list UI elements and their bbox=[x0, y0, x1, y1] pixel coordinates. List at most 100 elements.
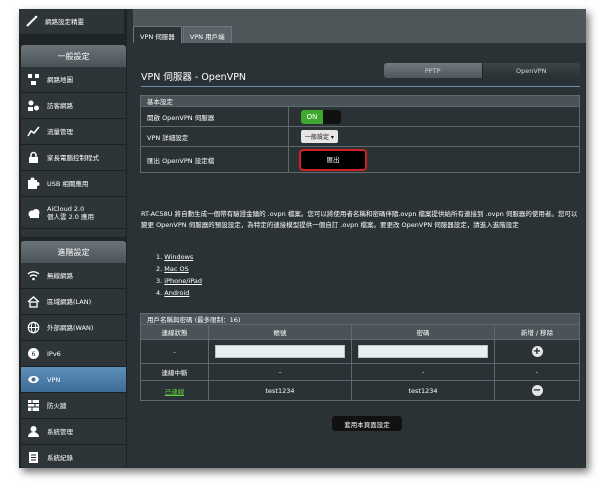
sidebar-item-usb-application[interactable]: USB 相關應用 bbox=[21, 171, 126, 197]
sidebar-item-administration[interactable]: 系統管理 bbox=[21, 419, 126, 445]
sidebar-item-label: VPN bbox=[47, 375, 61, 384]
sidebar: 網路設定精靈 一般設定 網路地圖 訪客網路 流量管理 家長電腦控制程式 USB … bbox=[19, 9, 127, 468]
vpn-detail-select[interactable]: 一般設定 ▾ bbox=[301, 130, 338, 143]
platform-item[interactable]: 1. Windows bbox=[156, 251, 202, 263]
sidebar-item-network-map[interactable]: 網路地圖 bbox=[21, 67, 126, 93]
sidebar-item-label: 網路地圖 bbox=[47, 75, 73, 84]
table-row: 連線中斷 - - - bbox=[140, 363, 580, 381]
vpn-panel: VPN 伺服器 - OpenVPN PPTP OpenVPN 基本設定 開啟 O… bbox=[133, 43, 586, 468]
lock-icon bbox=[26, 150, 41, 165]
export-config-label: 匯出 OpenVPN 設定檔 bbox=[140, 146, 289, 173]
globe-icon bbox=[26, 320, 41, 335]
sidebar-item-label: 區域網路(LAN) bbox=[47, 297, 92, 306]
sidebar-item-lan[interactable]: 區域網路(LAN) bbox=[21, 289, 126, 315]
account-cell: test1234 bbox=[208, 380, 352, 401]
firewall-icon bbox=[26, 398, 41, 413]
sidebar-item-label: IPv6 bbox=[47, 349, 61, 358]
account-cell: - bbox=[208, 363, 352, 381]
platform-item[interactable]: 4. Android bbox=[156, 287, 202, 299]
group-header: 一般設定 bbox=[21, 45, 126, 67]
action-cell: - bbox=[494, 363, 580, 381]
description-text: RT-AC58U 將自動生成一個帶有驗證金鑰的 .ovpn 檔案。您可以將使用者… bbox=[141, 210, 578, 229]
puzzle-icon bbox=[26, 176, 41, 191]
platform-item[interactable]: 2. Mac OS bbox=[156, 263, 202, 275]
log-icon bbox=[26, 450, 41, 465]
apply-button[interactable]: 套用本頁面設定 bbox=[332, 416, 402, 431]
tab-vpn-server[interactable]: VPN 伺服器 bbox=[133, 26, 182, 44]
sidebar-item-traffic-manager[interactable]: 流量管理 bbox=[21, 119, 126, 145]
sidebar-item-label: 訪客網路 bbox=[47, 101, 73, 110]
page-title: VPN 伺服器 - OpenVPN bbox=[141, 72, 247, 83]
new-password-input[interactable] bbox=[358, 345, 488, 358]
tab-vpn-client[interactable]: VPN 用戶端 bbox=[182, 26, 232, 44]
sidebar-item-wireless[interactable]: 無線網路 bbox=[21, 263, 126, 289]
sidebar-item-setup-wizard[interactable]: 網路設定精靈 bbox=[19, 9, 124, 35]
sidebar-item-vpn[interactable]: VPN bbox=[21, 367, 126, 393]
sidebar-item-parental-controls[interactable]: 家長電腦控制程式 bbox=[21, 145, 126, 171]
sidebar-item-label: 網路設定精靈 bbox=[45, 17, 84, 26]
aicloud-label-line2: 個人雲 2.0 應用 bbox=[47, 212, 94, 221]
sidebar-item-system-log[interactable]: 系統紀錄 bbox=[21, 445, 126, 468]
sidebar-item-ipv6[interactable]: 6 IPv6 bbox=[21, 341, 126, 367]
platform-list: 1. Windows 2. Mac OS 3. iPhone/iPad 4. A… bbox=[156, 251, 202, 299]
export-button[interactable]: 匯出 bbox=[299, 148, 367, 171]
table-row: - + bbox=[140, 339, 580, 364]
password-cell: test1234 bbox=[351, 380, 495, 401]
sidebar-item-label: 系統管理 bbox=[47, 427, 73, 436]
svg-text:6: 6 bbox=[32, 351, 36, 358]
basic-settings-table: 基本設定 開啟 OpenVPN 伺服器 ON VPN 詳細設定 一般設定 ▾ 匯… bbox=[140, 95, 580, 173]
ipv6-icon: 6 bbox=[26, 346, 41, 361]
group-header: 進階設定 bbox=[21, 241, 126, 263]
new-account-input[interactable] bbox=[215, 345, 345, 358]
connected-status-link[interactable]: 已連線 bbox=[165, 388, 185, 396]
sidebar-item-guest-network[interactable]: 訪客網路 bbox=[21, 93, 126, 119]
platform-link[interactable]: Android bbox=[164, 289, 189, 297]
users-table: 用戶名稱與密碼 (最多限制：16) 連線狀態 帳號 密碼 新增 / 移除 - +… bbox=[140, 313, 580, 401]
sidebar-item-firewall[interactable]: 防火牆 bbox=[21, 393, 126, 419]
toggle-on-label: ON bbox=[301, 109, 323, 124]
column-header: 帳號 bbox=[208, 324, 352, 340]
divider bbox=[141, 86, 580, 87]
vpn-detail-label: VPN 詳細設定 bbox=[140, 126, 289, 147]
person-icon bbox=[26, 424, 41, 439]
home-icon bbox=[26, 294, 41, 309]
wand-icon bbox=[24, 14, 39, 29]
protocol-switch: PPTP OpenVPN bbox=[384, 63, 580, 78]
sidebar-item-label: 系統紀錄 bbox=[47, 453, 73, 462]
traffic-icon bbox=[26, 124, 41, 139]
vpn-icon bbox=[26, 372, 41, 387]
sidebar-item-wan[interactable]: 外部網路(WAN) bbox=[21, 315, 126, 341]
wifi-icon bbox=[26, 268, 41, 283]
platform-link[interactable]: Windows bbox=[164, 253, 193, 261]
guest-network-icon bbox=[26, 98, 41, 113]
sidebar-item-label: 家長電腦控制程式 bbox=[47, 153, 99, 162]
main-content: VPN 伺服器 VPN 用戶端 VPN 伺服器 - OpenVPN PPTP O… bbox=[133, 9, 586, 468]
sidebar-item-label: 流量管理 bbox=[47, 127, 73, 136]
column-header: 密碼 bbox=[351, 324, 495, 340]
router-admin-screenshot: 網路設定精靈 一般設定 網路地圖 訪客網路 流量管理 家長電腦控制程式 USB … bbox=[19, 9, 586, 468]
users-header: 用戶名稱與密碼 (最多限制：16) bbox=[140, 313, 580, 325]
platform-link[interactable]: Mac OS bbox=[164, 265, 188, 273]
column-header: 新增 / 移除 bbox=[494, 324, 580, 340]
tab-bar: VPN 伺服器 VPN 用戶端 bbox=[133, 26, 233, 44]
sidebar-item-label: USB 相關應用 bbox=[47, 179, 89, 188]
openvpn-toggle[interactable]: ON bbox=[301, 109, 341, 124]
password-cell: - bbox=[351, 363, 495, 381]
sidebar-item-aicloud[interactable]: AiCloud 2.0 個人雲 2.0 應用 bbox=[21, 197, 126, 229]
platform-item[interactable]: 3. iPhone/iPad bbox=[156, 275, 202, 287]
toggle-knob bbox=[323, 109, 341, 124]
add-icon[interactable]: + bbox=[531, 346, 543, 357]
aicloud-label-line1: AiCloud 2.0 bbox=[47, 204, 85, 213]
sidebar-item-label: 外部網路(WAN) bbox=[47, 323, 94, 332]
aicloud-label: AiCloud 2.0 個人雲 2.0 應用 bbox=[47, 205, 94, 221]
status-cell: 連線中斷 bbox=[140, 363, 209, 381]
status-cell: - bbox=[140, 339, 209, 364]
protocol-pptp-button[interactable]: PPTP bbox=[384, 63, 482, 78]
remove-icon[interactable]: − bbox=[531, 385, 543, 396]
sidebar-item-label: 防火牆 bbox=[47, 401, 67, 410]
platform-link[interactable]: iPhone/iPad bbox=[164, 277, 202, 285]
protocol-openvpn-button[interactable]: OpenVPN bbox=[481, 63, 580, 78]
globe-icon bbox=[26, 72, 41, 87]
column-header: 連線狀態 bbox=[140, 324, 209, 340]
advanced-settings-group: 進階設定 無線網路 區域網路(LAN) 外部網路(WAN) 6 IPv6 VPN bbox=[21, 241, 126, 468]
